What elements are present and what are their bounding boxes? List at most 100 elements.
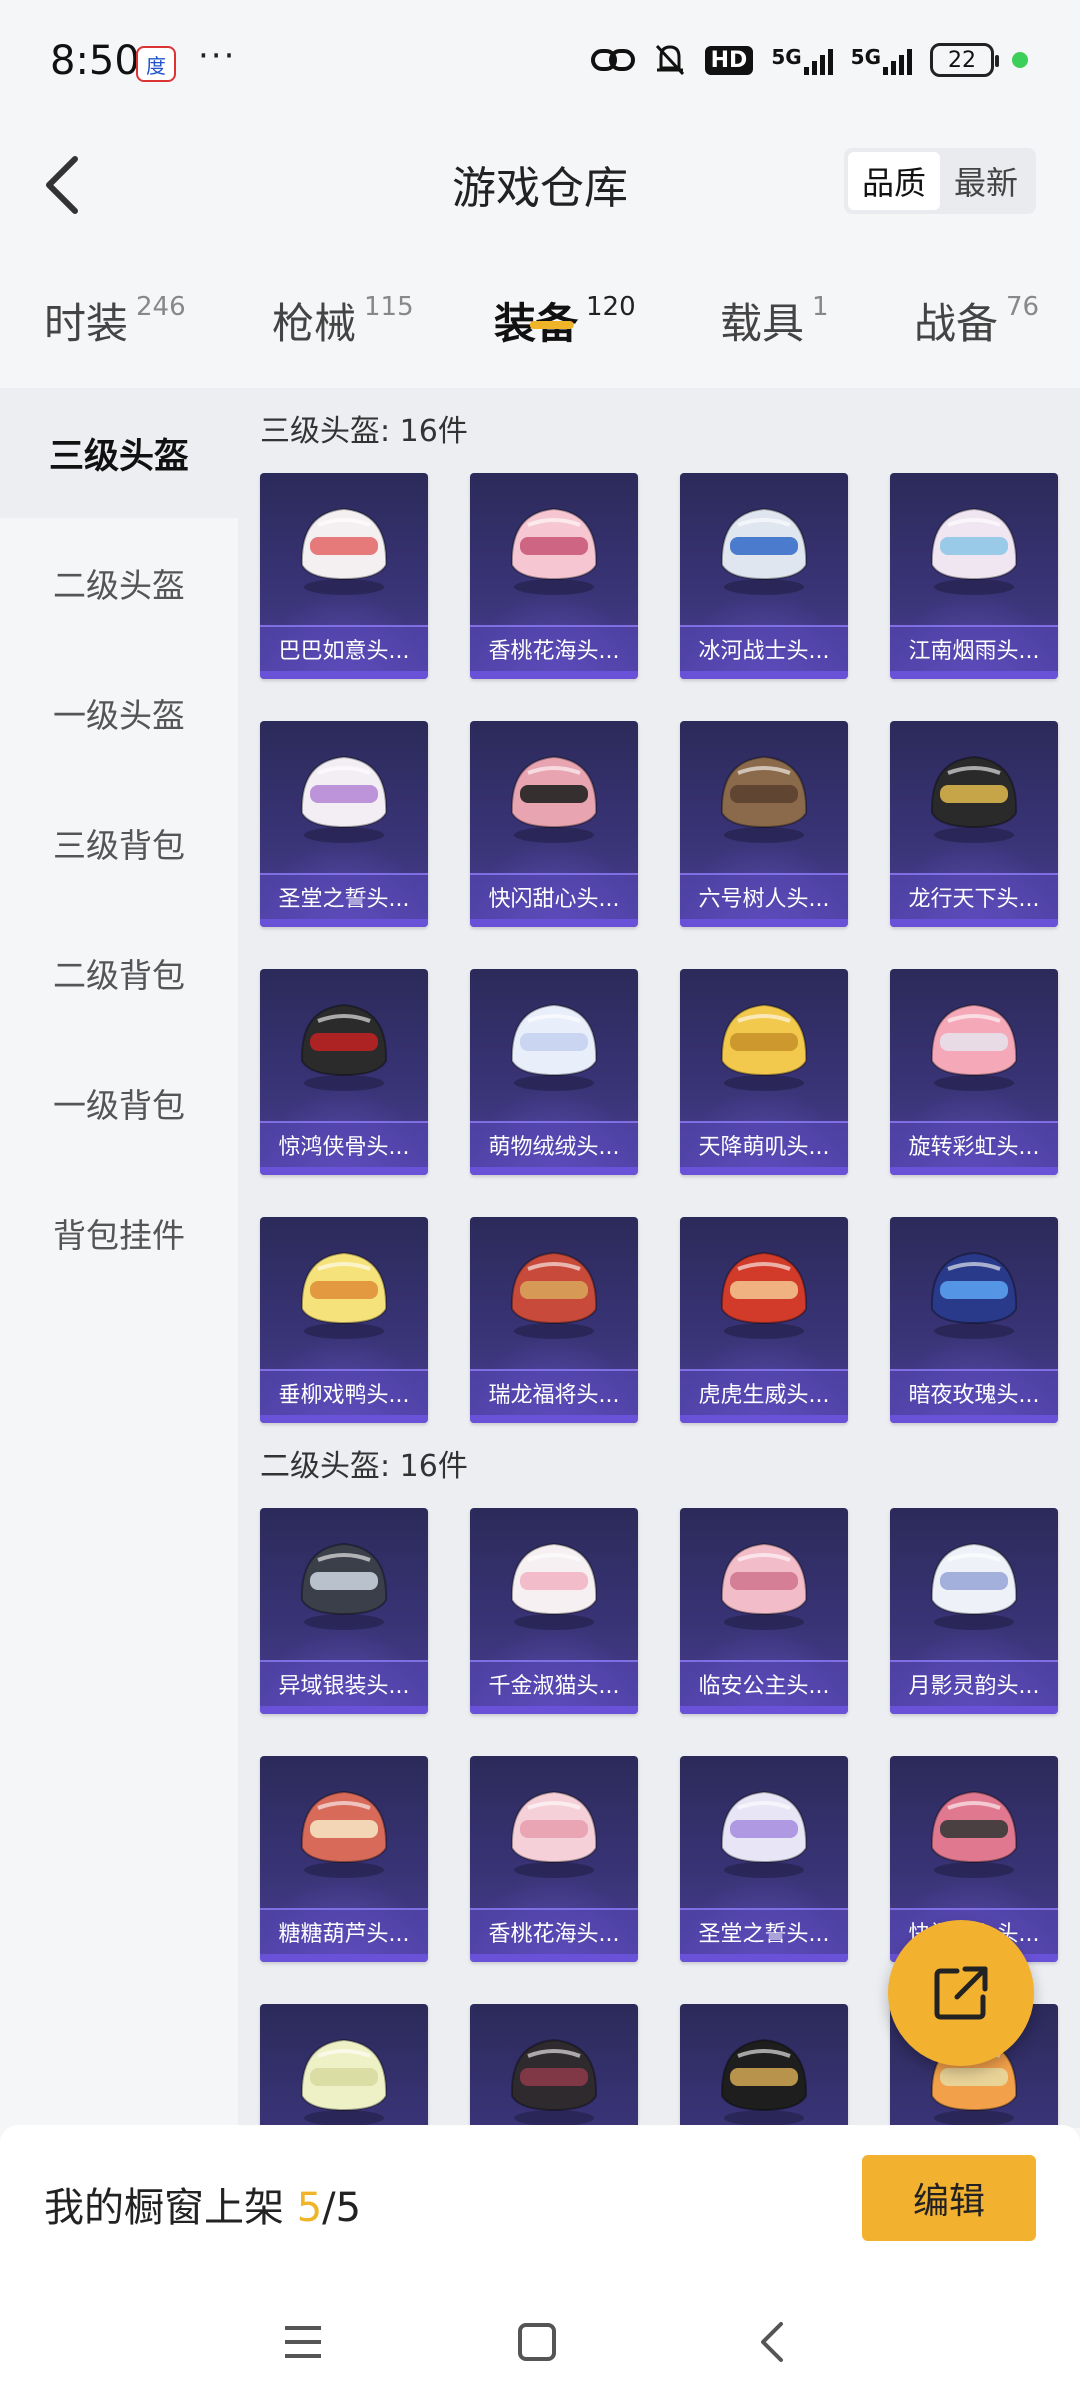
item-card[interactable]: 龙行天下头... [890, 721, 1058, 927]
item-card[interactable] [680, 2004, 848, 2128]
item-name: 虎虎生威头... [680, 1369, 848, 1415]
item-card[interactable]: 月影灵韵头... [890, 1508, 1058, 1714]
signal-5g-icon-1: 5G [771, 45, 833, 75]
helmet-icon [930, 1251, 1018, 1339]
item-card[interactable]: 瑞龙福将头... [470, 1217, 638, 1423]
item-card[interactable]: 快闪甜心头... [470, 721, 638, 927]
item-card[interactable]: 旋转彩虹头... [890, 969, 1058, 1175]
item-card[interactable]: 糖糖葫芦头... [260, 1756, 428, 1962]
card-rarity-bar [680, 1415, 848, 1423]
showcase-current-count: 5 [296, 2185, 323, 2231]
hd-voice-icon: HD [704, 45, 754, 75]
item-card[interactable]: 千金淑猫头... [470, 1508, 638, 1714]
system-nav-bar [0, 2275, 1080, 2403]
tab-label: 载具 [720, 299, 805, 348]
helmet-icon [930, 1542, 1018, 1630]
tab-count: 120 [586, 292, 636, 322]
item-card[interactable]: 圣堂之誓头... [680, 1756, 848, 1962]
helmet-icon [300, 1542, 388, 1630]
back-nav-button[interactable] [738, 2307, 808, 2377]
active-tab-indicator [529, 321, 574, 329]
item-card[interactable]: 异域银装头... [260, 1508, 428, 1714]
showcase-bar: 我的橱窗上架 5/5 编辑 [0, 2125, 1080, 2275]
helmet-icon [720, 1251, 808, 1339]
item-grid-area: 三级头盔: 16件 二级头盔: 16件 巴巴如意头... 香桃花海头... 冰河战士… [238, 388, 1080, 2128]
sidebar-item-backpack-charm[interactable]: 背包挂件 [0, 1168, 238, 1298]
showcase-status: 我的橱窗上架 5/5 [44, 2175, 361, 2233]
home-nav-button[interactable] [502, 2307, 572, 2377]
card-rarity-bar [260, 1415, 428, 1423]
card-rarity-bar [680, 671, 848, 679]
item-name: 旋转彩虹头... [890, 1121, 1058, 1167]
item-card[interactable]: 圣堂之誓头... [260, 721, 428, 927]
tab-fashion[interactable]: 时装 246 [44, 260, 186, 351]
sidebar-item-level1-helmet[interactable]: 一级头盔 [0, 648, 238, 778]
card-rarity-bar [260, 919, 428, 927]
green-dot-indicator [1012, 52, 1028, 68]
card-rarity-bar [470, 1954, 638, 1962]
item-card[interactable]: 萌物绒绒头... [470, 969, 638, 1175]
item-card[interactable]: 临安公主头... [680, 1508, 848, 1714]
card-rarity-bar [260, 1954, 428, 1962]
tab-vehicles[interactable]: 载具 1 [720, 260, 829, 351]
tab-count: 76 [1006, 292, 1040, 322]
item-name: 暗夜玫瑰头... [890, 1369, 1058, 1415]
item-name: 香桃花海头... [470, 625, 638, 671]
sidebar-item-level3-helmet[interactable]: 三级头盔 [0, 388, 238, 518]
tab-count: 246 [136, 292, 186, 322]
home-square-icon [518, 2323, 556, 2361]
item-card[interactable]: 暗夜玫瑰头... [890, 1217, 1058, 1423]
item-card[interactable]: 垂柳戏鸭头... [260, 1217, 428, 1423]
helmet-icon [510, 1251, 598, 1339]
sidebar-item-level1-backpack[interactable]: 一级背包 [0, 1038, 238, 1168]
item-card[interactable]: 巴巴如意头... [260, 473, 428, 679]
tab-label: 枪械 [272, 299, 357, 348]
item-card[interactable]: 虎虎生威头... [680, 1217, 848, 1423]
edit-button[interactable]: 编辑 [862, 2155, 1036, 2241]
helmet-icon [510, 1790, 598, 1878]
share-external-icon [934, 1966, 988, 2020]
menu-nav-button[interactable] [268, 2307, 338, 2377]
network-type-1: 5G [771, 45, 802, 69]
helmet-icon [720, 1790, 808, 1878]
sort-latest-button[interactable]: 最新 [940, 152, 1032, 210]
helmet-icon [720, 755, 808, 843]
status-time: 8:50 [50, 38, 140, 84]
item-card[interactable]: 江南烟雨头... [890, 473, 1058, 679]
tab-label: 战备 [914, 299, 999, 348]
sidebar-item-level2-helmet[interactable]: 二级头盔 [0, 518, 238, 648]
item-card[interactable] [260, 2004, 428, 2128]
sidebar-item-level3-backpack[interactable]: 三级背包 [0, 778, 238, 908]
helmet-icon [720, 507, 808, 595]
item-card[interactable]: 六号树人头... [680, 721, 848, 927]
sidebar: 三级头盔 二级头盔 一级头盔 三级背包 二级背包 一级背包 背包挂件 [0, 388, 238, 2128]
baidu-app-icon: 度 [136, 46, 176, 82]
item-name: 巴巴如意头... [260, 625, 428, 671]
helmet-icon [300, 1251, 388, 1339]
tab-guns[interactable]: 枪械 115 [272, 260, 414, 351]
item-card[interactable]: 香桃花海头... [470, 1756, 638, 1962]
helmet-icon [300, 755, 388, 843]
item-card[interactable]: 天降萌叽头... [680, 969, 848, 1175]
sidebar-item-level2-backpack[interactable]: 二级背包 [0, 908, 238, 1038]
helmet-icon [510, 1003, 598, 1091]
tab-supplies[interactable]: 战备 76 [914, 260, 1039, 351]
card-rarity-bar [470, 671, 638, 679]
helmet-icon [300, 1790, 388, 1878]
item-card[interactable] [470, 2004, 638, 2128]
item-card[interactable]: 冰河战士头... [680, 473, 848, 679]
helmet-icon [510, 755, 598, 843]
network-type-2: 5G [850, 45, 881, 69]
helmet-icon [930, 1790, 1018, 1878]
helmet-icon [510, 507, 598, 595]
item-card[interactable]: 香桃花海头... [470, 473, 638, 679]
item-name: 瑞龙福将头... [470, 1369, 638, 1415]
sort-quality-button[interactable]: 品质 [847, 152, 940, 210]
back-arrow-icon [761, 2322, 783, 2362]
share-button[interactable] [888, 1920, 1034, 2066]
item-name: 糖糖葫芦头... [260, 1908, 428, 1954]
item-card[interactable]: 惊鸿侠骨头... [260, 969, 428, 1175]
card-rarity-bar [470, 1706, 638, 1714]
card-rarity-bar [680, 1954, 848, 1962]
tab-equipment[interactable]: 装备 120 [494, 260, 636, 351]
